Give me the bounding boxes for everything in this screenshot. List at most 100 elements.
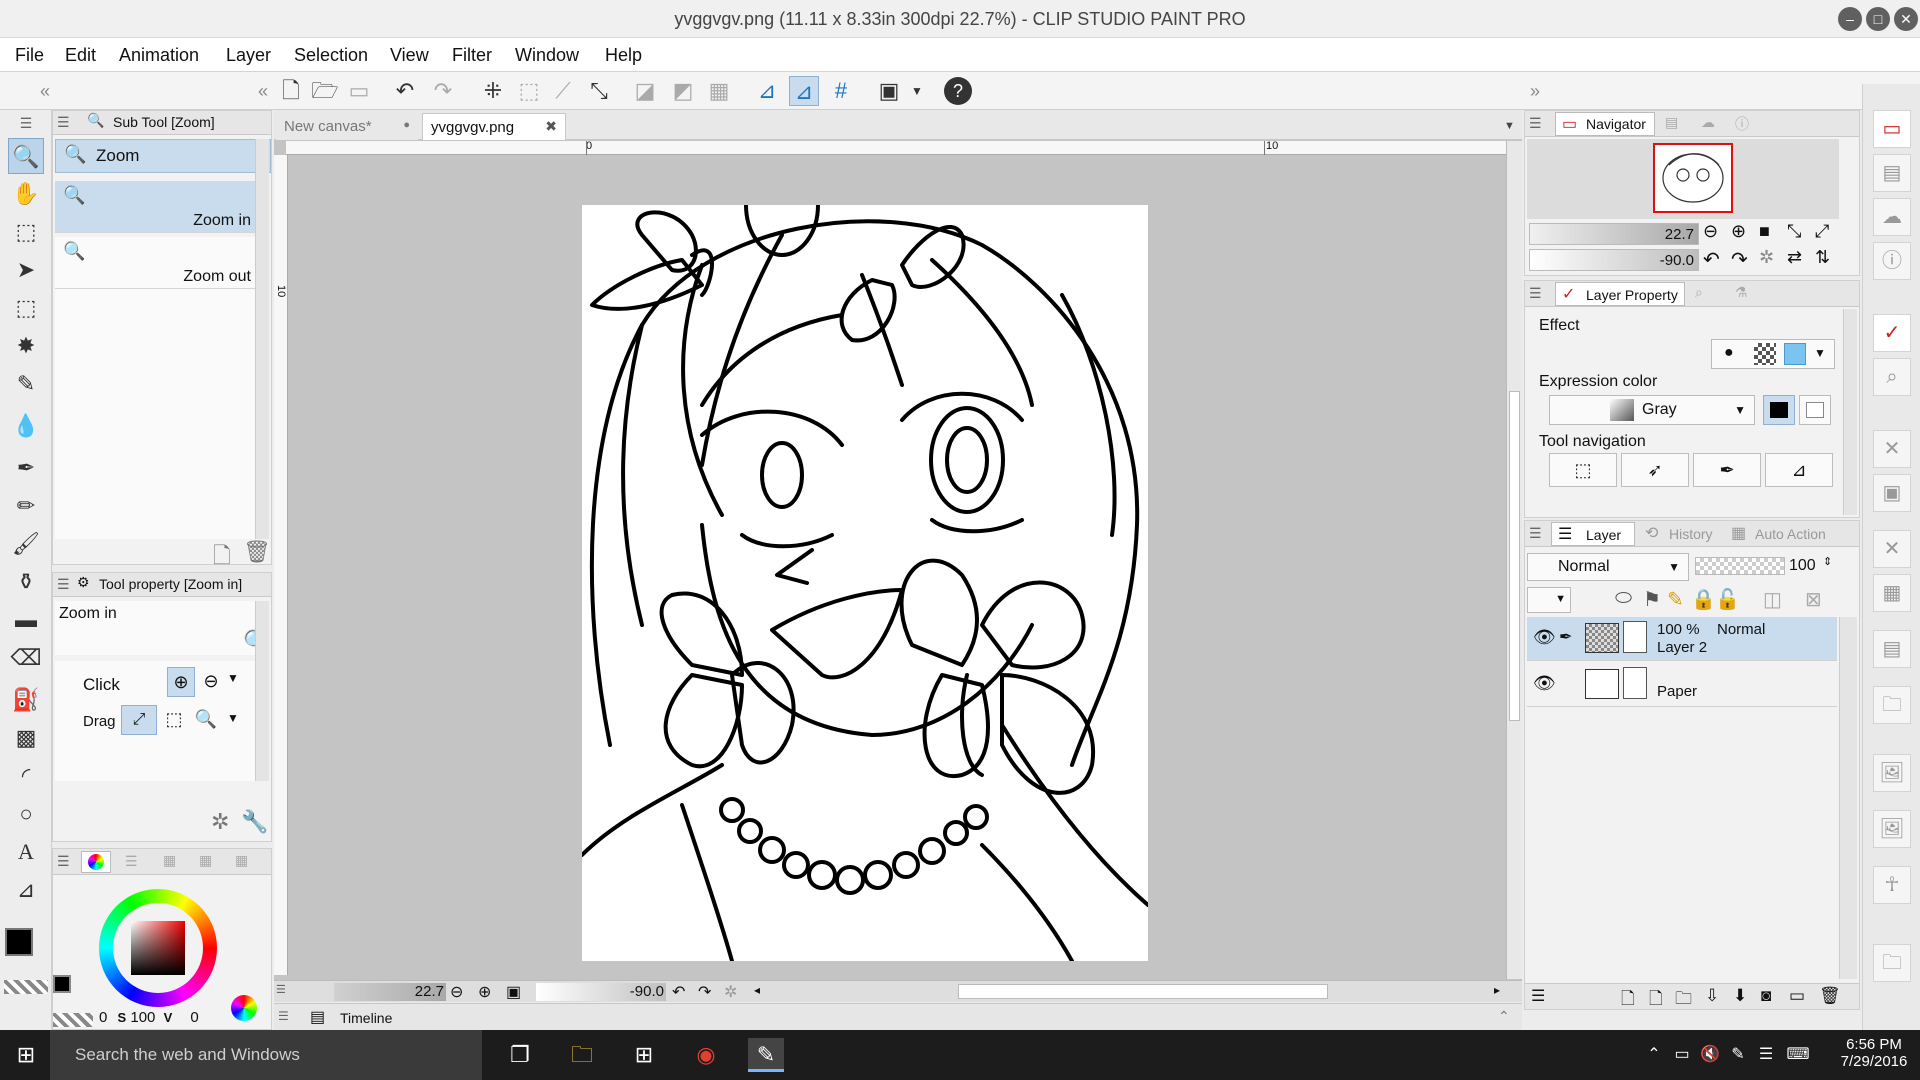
ruler-tool-icon[interactable]: ⊿ [8, 872, 44, 908]
eraser-tool-icon[interactable]: ⌫ [8, 640, 44, 676]
chevron-down-icon[interactable]: ▼ [1734, 403, 1746, 417]
airbrush-tool-icon[interactable]: ⚱ [8, 564, 44, 600]
undo-icon[interactable]: ↶ [390, 76, 420, 106]
zoom-in-icon[interactable]: ⊕ [478, 982, 491, 1002]
white-color-button[interactable] [1799, 395, 1831, 425]
tab-navigator[interactable]: ▭ Navigator [1555, 112, 1655, 136]
tab-yvggvgv[interactable]: yvggvgv.png ✖ [422, 113, 566, 140]
folder-dock-icon[interactable]: 🗀 [1873, 686, 1911, 724]
canvas-vertical-scrollbar[interactable] [1506, 141, 1522, 979]
tool-nav-object-button[interactable]: ⬚ [1549, 453, 1617, 487]
zoom-in-icon[interactable]: ⊕ [167, 667, 195, 697]
info-tab-icon[interactable]: ⓘ [1735, 114, 1749, 134]
sub-tool-zoom-in[interactable]: 🔍 Zoom in [55, 181, 255, 233]
tone-effect-icon[interactable] [1754, 343, 1776, 365]
edit-image-dock-icon[interactable]: 🖼 [1873, 810, 1911, 848]
layer-color-effect-icon[interactable] [1784, 343, 1806, 365]
opacity-slider[interactable] [1695, 557, 1785, 575]
chrome-icon[interactable]: ◉ [688, 1038, 724, 1072]
rotate-left-icon[interactable]: ↶ [1703, 247, 1720, 272]
menu-window[interactable]: Window [515, 45, 579, 66]
dock-icon-2[interactable]: ▣ [1873, 474, 1911, 512]
lock-transparent-icon[interactable]: 🔓 [1715, 587, 1740, 612]
layer-search-dock-icon[interactable]: ⌕ [1873, 358, 1911, 396]
new-vector-layer-icon[interactable]: 🗋 [1649, 986, 1663, 1015]
screen-mode-icon[interactable]: ▣ [874, 76, 904, 106]
drag-magnify-icon[interactable]: 🔍 [191, 705, 221, 735]
expand-up-icon[interactable]: ⌃ [1498, 1008, 1510, 1025]
layer-name[interactable]: Paper [1657, 683, 1697, 700]
deselect-icon[interactable]: ⟋ [548, 76, 578, 106]
navigator-zoom-slider[interactable]: 22.7 [1529, 223, 1699, 245]
redo-icon[interactable]: ↷ [428, 76, 458, 106]
sub-view-dock-icon[interactable]: ▤ [1873, 154, 1911, 192]
sub-view-tab-icon[interactable]: ▤ [1665, 114, 1678, 131]
apply-mask-icon[interactable]: ▭ [1789, 986, 1805, 1006]
menu-view[interactable]: View [390, 45, 429, 66]
tool-nav-operation-button[interactable]: ➶ [1621, 453, 1689, 487]
reference-layer-icon[interactable]: ⚑ [1643, 587, 1661, 612]
layer-row[interactable]: 👁 Paper [1527, 663, 1837, 707]
zoom-out-icon[interactable]: ⊖ [450, 982, 463, 1002]
chevron-down-icon[interactable]: ▼ [902, 76, 932, 106]
wrench-icon[interactable]: 🔧 [241, 809, 268, 835]
move-tool-icon[interactable]: ➤ [8, 252, 44, 288]
dock-icon-5[interactable]: ▤ [1873, 630, 1911, 668]
taskbar-search-box[interactable]: Search the web and Windows [50, 1030, 482, 1080]
auto-select-tool-icon[interactable]: ✸ [8, 328, 44, 364]
approx-color-tab-icon[interactable]: ▦ [235, 852, 248, 869]
border-effect-icon[interactable]: ● [1724, 344, 1734, 362]
store-icon[interactable]: ⊞ [626, 1038, 662, 1072]
pen-tool-icon[interactable]: ✒ [8, 450, 44, 486]
blend-mode-select[interactable]: Normal ▼ [1527, 553, 1689, 581]
transform-icon[interactable]: ⁜ [478, 76, 508, 106]
snap-special-ruler-icon[interactable]: ⊿ [789, 76, 819, 106]
chevron-down-icon[interactable]: ▼ [227, 671, 239, 685]
transparent-swatch[interactable] [53, 1013, 93, 1027]
menu-icon[interactable]: ☰ [57, 114, 70, 131]
layer-row[interactable]: 👁 ✒ 100 % Normal Layer 2 [1527, 617, 1837, 661]
drawing-paper[interactable] [580, 153, 1150, 963]
color-picker-icon[interactable] [231, 995, 257, 1021]
saturation-value-square[interactable] [131, 921, 185, 975]
mask-icon[interactable]: ◫ [1763, 587, 1782, 612]
chevron-down-icon[interactable]: ▼ [1504, 120, 1515, 132]
tool-property-scrollbar[interactable] [255, 601, 269, 781]
lock-icon[interactable]: 🔒 [1691, 587, 1716, 612]
close-button[interactable]: ✕ [1894, 7, 1918, 31]
eyedropper-tool-icon[interactable]: ✎ [8, 366, 44, 402]
ruler-link-icon[interactable]: ⊠ [1805, 587, 1822, 612]
text-tool-icon[interactable]: A [8, 834, 44, 870]
snap-ruler-icon[interactable]: ⊿ [752, 76, 782, 106]
opacity-value[interactable]: 100 [1789, 557, 1816, 575]
layer-property-dock-icon[interactable]: ✓ [1873, 314, 1911, 352]
menu-icon[interactable]: ☰ [276, 983, 292, 999]
navigator-viewport[interactable] [1653, 143, 1733, 213]
rotate-right-icon[interactable]: ↷ [698, 982, 711, 1002]
expression-color-select[interactable]: Gray ▼ [1549, 395, 1755, 425]
notifications-icon[interactable]: ☰ [1748, 1038, 1784, 1072]
close-icon[interactable]: ✖ [545, 118, 557, 135]
trash-icon[interactable]: 🗑 [243, 539, 271, 565]
minimize-button[interactable]: – [1838, 7, 1862, 31]
zoom-out-icon[interactable]: ⊖ [197, 667, 225, 697]
snap-grid-icon[interactable]: # [826, 76, 856, 106]
outside-icon[interactable]: ▦ [704, 76, 734, 106]
intermediate-color-tab-icon[interactable]: ▦ [199, 852, 212, 869]
transfer-down-icon[interactable]: ⇩ [1705, 986, 1719, 1006]
horizontal-scroll-thumb[interactable] [958, 984, 1328, 999]
scroll-thumb[interactable] [1509, 391, 1520, 721]
help-icon[interactable]: ? [944, 77, 972, 105]
open-file-icon[interactable]: 🗁 [310, 76, 340, 106]
clip-studio-icon[interactable]: ✎ [748, 1038, 784, 1072]
drag-zoom-icon[interactable]: ⤢ [121, 705, 157, 735]
file-explorer-icon[interactable]: 🗀 [564, 1038, 600, 1072]
fit-navigator-icon[interactable]: ⤢ [1815, 221, 1829, 242]
layer-scrollbar[interactable] [1839, 617, 1857, 979]
layer-name[interactable]: Layer 2 [1657, 639, 1707, 656]
info-dock-icon[interactable]: ⓘ [1873, 242, 1911, 280]
flip-vertical-icon[interactable]: ⇅ [1815, 247, 1830, 268]
material-tab-icon[interactable]: ☁ [1701, 114, 1715, 131]
create-mask-icon[interactable]: ◙ [1761, 986, 1771, 1006]
fit-screen-icon[interactable]: ▣ [506, 982, 521, 1002]
